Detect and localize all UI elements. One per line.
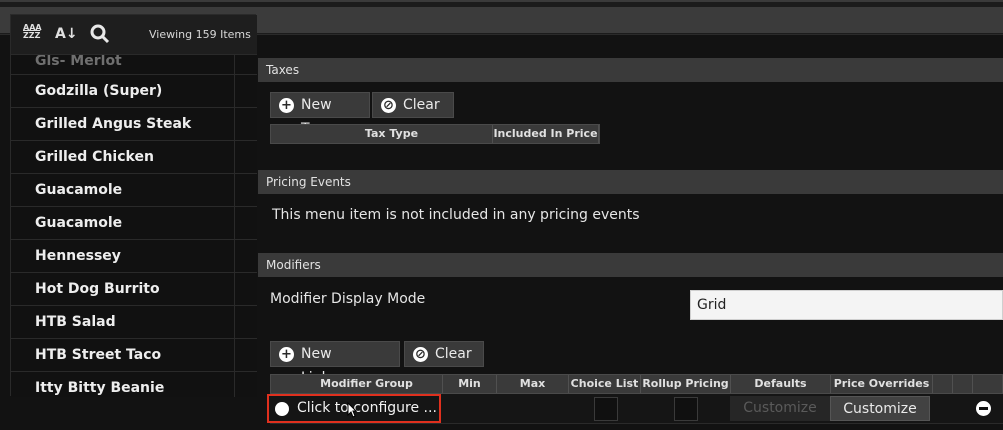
- modifiers-header: Modifiers: [258, 253, 1003, 277]
- configure-label: Click to configure ...: [297, 400, 437, 416]
- mouse-cursor-icon: [347, 401, 358, 422]
- list-item[interactable]: HTB Salad: [11, 306, 257, 339]
- clear-taxes-label: Clear: [403, 97, 440, 113]
- col-choice-list[interactable]: Choice List: [569, 375, 641, 393]
- taxes-header: Taxes: [258, 58, 1003, 82]
- search-icon[interactable]: [89, 22, 111, 48]
- modifier-display-mode-label: Modifier Display Mode: [270, 291, 426, 307]
- clear-taxes-button[interactable]: ⊘ Clear: [372, 92, 454, 118]
- list-item[interactable]: Guacamole: [11, 174, 257, 207]
- col-max[interactable]: Max: [497, 375, 569, 393]
- plus-icon: +: [279, 347, 294, 362]
- defaults-customize-button: Customize: [730, 396, 830, 421]
- viewing-count: Viewing 159 Items: [149, 28, 251, 41]
- list-item[interactable]: Grilled Angus Steak: [11, 108, 257, 141]
- new-tax-button[interactable]: + New Tax: [270, 92, 370, 137]
- col-rollup-pricing[interactable]: Rollup Pricing: [641, 375, 731, 393]
- list-item[interactable]: Hot Dog Burrito: [11, 273, 257, 306]
- list-item[interactable]: Grilled Chicken: [11, 141, 257, 174]
- list-item[interactable]: Itty Bitty Beanie: [11, 372, 257, 397]
- list-toolbar: AAA ZZZ A↓ Viewing 159 Items: [11, 15, 257, 55]
- remove-row-icon[interactable]: [976, 401, 991, 416]
- list-item[interactable]: Guacamole: [11, 207, 257, 240]
- plus-icon: +: [279, 98, 294, 113]
- col-blank-1: [933, 375, 953, 393]
- taxes-table-header: Tax Type Included In Price: [270, 124, 600, 144]
- list-item[interactable]: HTB Street Taco: [11, 339, 257, 372]
- col-min[interactable]: Min: [443, 375, 497, 393]
- menu-items-list-panel: AAA ZZZ A↓ Viewing 159 Items Gls- Merlot …: [10, 14, 257, 397]
- arrow-circle-icon: [275, 402, 289, 416]
- menu-items-list: Gls- Merlot Godzilla (Super) Grilled Ang…: [11, 55, 257, 397]
- sort-az-icon[interactable]: A↓: [55, 22, 78, 48]
- col-defaults[interactable]: Defaults: [731, 375, 831, 393]
- list-item[interactable]: Godzilla (Super): [11, 75, 257, 108]
- clear-icon: ⊘: [413, 347, 428, 362]
- modifier-display-mode-select[interactable]: Grid: [690, 290, 1003, 320]
- list-item[interactable]: Hennessey: [11, 240, 257, 273]
- col-price-overrides[interactable]: Price Overrides: [831, 375, 933, 393]
- clear-modifiers-label: Clear: [435, 346, 472, 362]
- price-overrides-customize-button[interactable]: Customize: [830, 396, 930, 421]
- col-included-in-price[interactable]: Included In Price: [493, 125, 599, 143]
- new-linkage-button[interactable]: + New Linkage: [270, 341, 400, 386]
- list-item[interactable]: Gls- Merlot: [11, 55, 257, 75]
- col-blank-2: [953, 375, 973, 393]
- clear-icon: ⊘: [381, 98, 396, 113]
- col-modifier-group[interactable]: Modifier Group: [291, 375, 443, 393]
- pricing-events-message: This menu item is not included in any pr…: [272, 207, 640, 223]
- modifiers-table-header: Modifier Group Min Max Choice List Rollu…: [270, 374, 1003, 394]
- rollup-pricing-checkbox[interactable]: [674, 397, 698, 421]
- clear-modifiers-button[interactable]: ⊘ Clear: [404, 341, 484, 367]
- col-tax-type[interactable]: Tax Type: [291, 125, 493, 143]
- choice-list-checkbox[interactable]: [594, 397, 618, 421]
- pricing-events-header: Pricing Events: [258, 170, 1003, 194]
- sort-alpha-icon[interactable]: AAA ZZZ: [23, 22, 45, 48]
